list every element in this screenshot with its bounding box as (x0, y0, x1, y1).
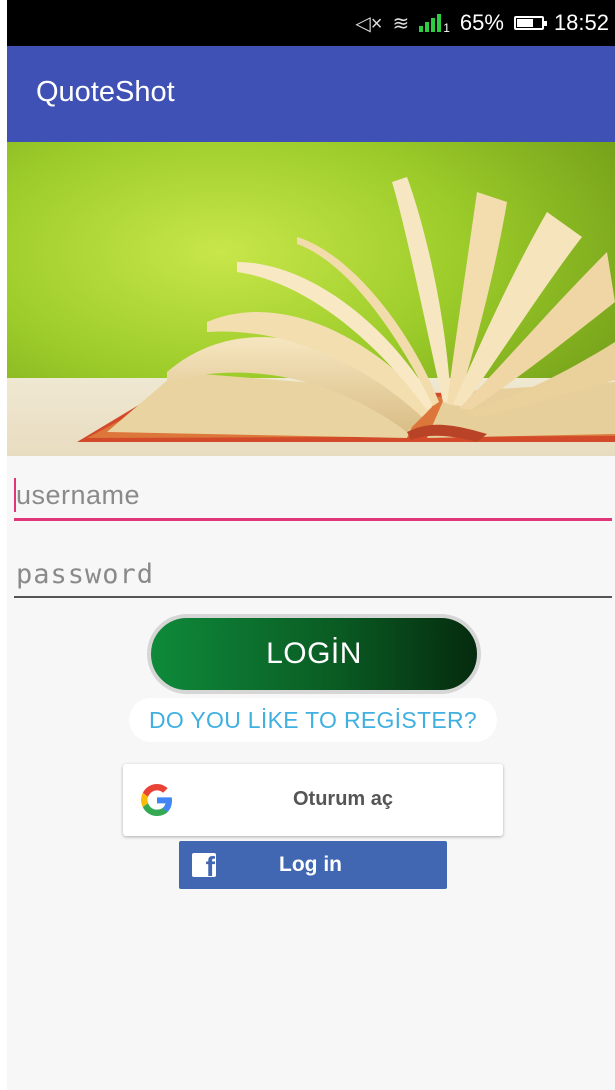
hero-book-image (7, 142, 615, 456)
username-underline (14, 518, 612, 521)
password-field[interactable] (14, 554, 614, 594)
text-cursor (14, 478, 16, 512)
signal-icon (419, 14, 442, 32)
facebook-icon-letter: f (205, 853, 215, 877)
sim-label: 1 (443, 21, 450, 35)
app-title: QuoteShot (36, 76, 175, 108)
status-bar: ◁× ≋ 1 65% 18:52 (7, 0, 615, 46)
app-bar: QuoteShot (7, 46, 615, 142)
mute-icon: ◁× (355, 12, 383, 35)
login-button[interactable]: LOGİN (147, 614, 481, 694)
facebook-login-button[interactable]: f Log in (179, 841, 447, 889)
wifi-icon: ≋ (392, 12, 410, 35)
google-sign-in-button[interactable]: Oturum aç (123, 764, 503, 836)
battery-percent: 65% (459, 10, 504, 35)
battery-icon (513, 16, 547, 30)
status-icons: ◁× ≋ 1 65% 18:52 (355, 0, 609, 46)
google-button-label: Oturum aç (292, 788, 394, 810)
book-illustration (7, 142, 615, 456)
clock: 18:52 (553, 10, 609, 35)
register-button-label: DO YOU LİKE TO REGİSTER? (148, 706, 478, 733)
password-underline (14, 596, 612, 598)
username-field[interactable] (14, 475, 614, 515)
screen: ◁× ≋ 1 65% 18:52 QuoteShot username LOGİ… (7, 0, 615, 1090)
facebook-icon: f (192, 853, 216, 877)
login-button-label: LOGİN (266, 637, 362, 670)
register-button[interactable]: DO YOU LİKE TO REGİSTER? (129, 698, 497, 742)
facebook-button-label: Log in (279, 853, 342, 876)
